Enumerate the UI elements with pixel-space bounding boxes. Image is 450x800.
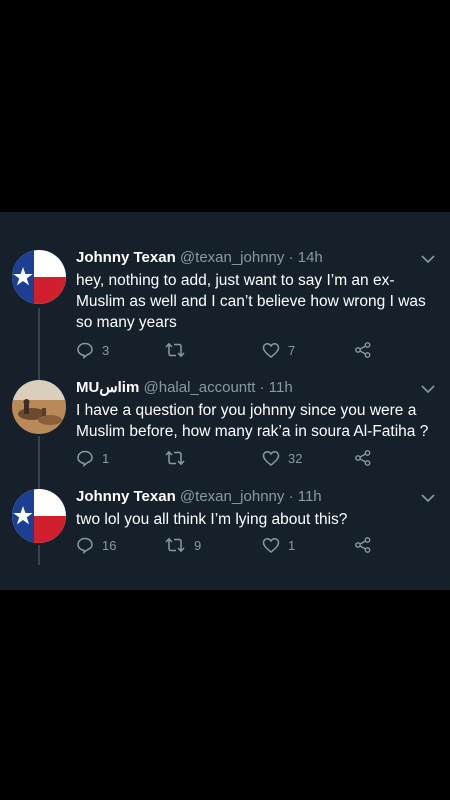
tweet-thread: Johnny Texan @texan_johnny · 14h hey, no… (0, 212, 450, 590)
reply-button[interactable]: 16 (76, 535, 116, 555)
tweet-header: Johnny Texan @texan_johnny · 11h (76, 487, 322, 507)
reply-button[interactable]: 1 (76, 448, 109, 468)
user-handle[interactable]: @texan_johnny (180, 488, 284, 505)
avatar[interactable] (12, 380, 66, 434)
timestamp[interactable]: · 14h (289, 249, 323, 266)
thread-connector-line (38, 545, 40, 565)
retweet-button[interactable] (164, 448, 194, 468)
retweet-icon (165, 342, 185, 358)
share-button[interactable] (354, 340, 372, 360)
like-count: 7 (288, 342, 296, 358)
avatar[interactable] (12, 489, 66, 543)
avatar[interactable] (12, 250, 66, 304)
tweet-actions: 16 9 1 (76, 535, 396, 555)
desert-photo-avatar-image (12, 380, 66, 434)
retweet-button[interactable] (164, 340, 194, 360)
chevron-down-icon[interactable] (420, 254, 436, 264)
retweet-count: 9 (194, 537, 202, 553)
reply-count: 3 (102, 342, 110, 358)
display-name[interactable]: Johnny Texan (76, 249, 176, 266)
tweet[interactable]: Johnny Texan @texan_johnny · 14h hey, no… (0, 248, 450, 382)
timestamp[interactable]: · 11h (260, 379, 293, 396)
reply-count: 16 (102, 537, 117, 553)
share-button[interactable] (354, 448, 372, 468)
user-handle[interactable]: @halal_accountt (144, 379, 256, 396)
share-icon (355, 450, 371, 466)
heart-icon (262, 450, 280, 466)
reply-count: 1 (102, 450, 110, 466)
reply-button[interactable]: 3 (76, 340, 109, 360)
tweet-actions: 3 7 (76, 340, 396, 360)
heart-icon (262, 537, 280, 553)
reply-icon (77, 537, 93, 554)
share-button[interactable] (354, 535, 372, 555)
texas-flag-avatar-image (12, 250, 66, 304)
display-name[interactable]: MUسlim (76, 379, 139, 396)
thread-connector-line (38, 308, 40, 382)
chevron-down-icon[interactable] (420, 384, 436, 394)
tweet-text: hey, nothing to add, just want to say I’… (76, 272, 426, 331)
texas-flag-avatar-image (12, 489, 66, 543)
like-button[interactable]: 32 (262, 448, 302, 468)
share-icon (355, 342, 371, 358)
like-button[interactable]: 7 (262, 340, 295, 360)
like-button[interactable]: 1 (262, 535, 295, 555)
retweet-icon (165, 537, 185, 553)
thread-connector-line (38, 436, 40, 490)
tweet-actions: 1 32 (76, 448, 396, 468)
tweet[interactable]: MUسlim @halal_accountt · 11h I have a qu… (0, 378, 450, 490)
like-count: 32 (288, 450, 303, 466)
tweet[interactable]: Johnny Texan @texan_johnny · 11h two lol… (0, 487, 450, 577)
tweet-text: two lol you all think I’m lying about th… (76, 511, 348, 528)
reply-icon (77, 450, 93, 467)
tweet-header: MUسlim @halal_accountt · 11h (76, 378, 293, 398)
timestamp[interactable]: · 11h (289, 488, 322, 505)
user-handle[interactable]: @texan_johnny (180, 249, 284, 266)
retweet-icon (165, 450, 185, 466)
tweet-text: I have a question for you johnny since y… (76, 402, 429, 440)
retweet-button[interactable]: 9 (164, 535, 201, 555)
tweet-header: Johnny Texan @texan_johnny · 14h (76, 248, 323, 268)
heart-icon (262, 342, 280, 358)
chevron-down-icon[interactable] (420, 493, 436, 503)
display-name[interactable]: Johnny Texan (76, 488, 176, 505)
like-count: 1 (288, 537, 296, 553)
reply-icon (77, 342, 93, 359)
share-icon (355, 537, 371, 553)
